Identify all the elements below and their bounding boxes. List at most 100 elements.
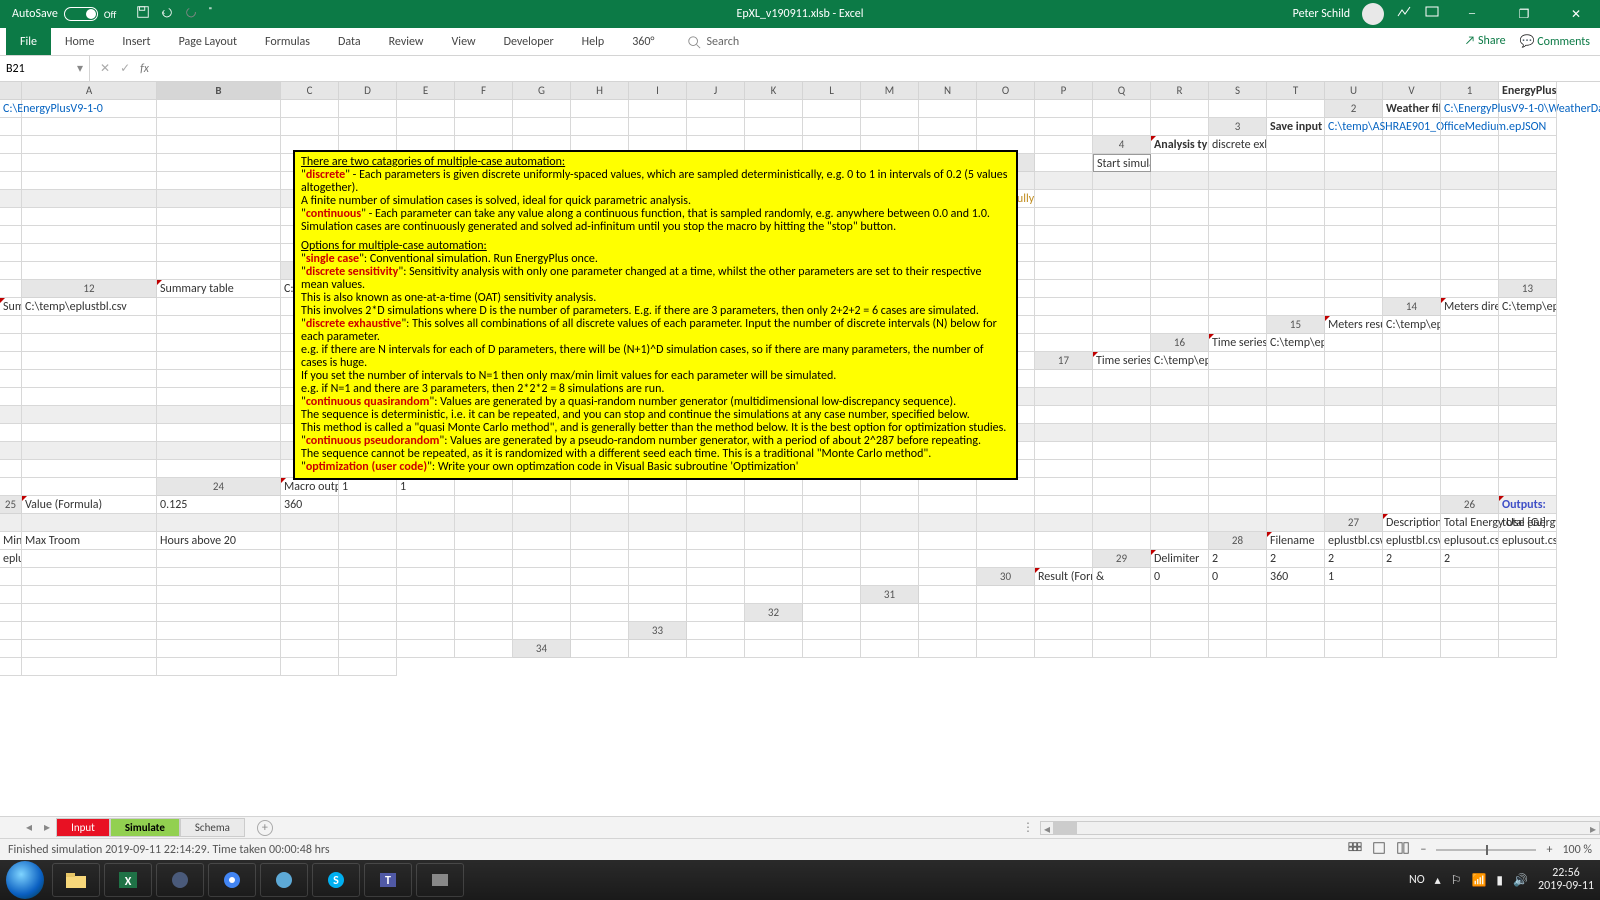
- cell[interactable]: C:\temp\eplusout.csv: [1151, 352, 1209, 370]
- cell[interactable]: [1209, 424, 1267, 442]
- cell[interactable]: [1209, 586, 1267, 604]
- cell[interactable]: [1441, 352, 1499, 370]
- share-button[interactable]: ↗ Share: [1465, 34, 1506, 49]
- cell[interactable]: C:\EnergyPlusV9-1-0\WeatherData\USA_CO_G…: [1441, 100, 1499, 118]
- add-sheet-button[interactable]: +: [257, 820, 273, 836]
- cell[interactable]: [1499, 244, 1557, 262]
- cell[interactable]: [22, 658, 157, 676]
- cell[interactable]: [745, 550, 803, 568]
- cell[interactable]: [0, 406, 22, 424]
- column-header[interactable]: I: [629, 82, 687, 100]
- cell[interactable]: [1093, 226, 1151, 244]
- cell[interactable]: [745, 586, 803, 604]
- comments-button[interactable]: 💬 Comments: [1520, 34, 1590, 49]
- cell[interactable]: [1209, 406, 1267, 424]
- cell[interactable]: [513, 532, 571, 550]
- cell[interactable]: [745, 568, 803, 586]
- cell[interactable]: eplusout.csv: [0, 550, 22, 568]
- cell[interactable]: [1499, 262, 1557, 280]
- cell[interactable]: Weather file path: [1383, 100, 1441, 118]
- cell[interactable]: [1267, 226, 1325, 244]
- cell[interactable]: [339, 640, 397, 658]
- cell[interactable]: [1325, 406, 1383, 424]
- cell[interactable]: [281, 100, 339, 118]
- cell[interactable]: [1441, 388, 1499, 406]
- cell[interactable]: [0, 334, 22, 352]
- cell[interactable]: [1383, 622, 1441, 640]
- cell[interactable]: [0, 226, 22, 244]
- cell[interactable]: [1267, 352, 1325, 370]
- cell[interactable]: [977, 604, 1035, 622]
- cell[interactable]: [687, 640, 745, 658]
- cell[interactable]: [157, 226, 281, 244]
- cell[interactable]: [1383, 190, 1441, 208]
- cell[interactable]: [1035, 208, 1093, 226]
- cell[interactable]: [1035, 640, 1093, 658]
- minimize-button[interactable]: ─: [1452, 0, 1492, 28]
- cell[interactable]: [1035, 262, 1093, 280]
- cell[interactable]: [397, 604, 455, 622]
- qat-more-icon[interactable]: ⁼: [208, 5, 212, 23]
- tab-nav-next[interactable]: ▸: [38, 820, 56, 835]
- cell[interactable]: [397, 496, 455, 514]
- user-name[interactable]: Peter Schild: [1293, 7, 1350, 21]
- cell[interactable]: [1499, 622, 1557, 640]
- cell[interactable]: [513, 496, 571, 514]
- tray-flag-icon[interactable]: ⚐: [1451, 873, 1462, 888]
- cell[interactable]: [1325, 262, 1383, 280]
- cell[interactable]: [157, 604, 281, 622]
- horizontal-scrollbar[interactable]: ◂▸: [1040, 821, 1600, 835]
- cell[interactable]: [339, 100, 397, 118]
- cell[interactable]: [1499, 208, 1557, 226]
- tab-page-layout[interactable]: Page Layout: [165, 28, 251, 55]
- cell[interactable]: [1441, 244, 1499, 262]
- cell[interactable]: [1325, 442, 1383, 460]
- cell[interactable]: [1441, 190, 1499, 208]
- cell[interactable]: [1209, 280, 1267, 298]
- cell[interactable]: Analysis type: [1151, 136, 1209, 154]
- cell[interactable]: [1093, 460, 1151, 478]
- cell[interactable]: [339, 586, 397, 604]
- zoom-in-button[interactable]: +: [1546, 843, 1552, 857]
- cell[interactable]: [281, 622, 339, 640]
- cell[interactable]: [0, 136, 22, 154]
- cell[interactable]: [629, 496, 687, 514]
- cell[interactable]: [0, 478, 22, 496]
- cell[interactable]: [1267, 190, 1325, 208]
- taskbar-app-1[interactable]: [156, 863, 204, 897]
- cell[interactable]: [339, 496, 397, 514]
- ribbon-mode-icon[interactable]: [1424, 4, 1440, 24]
- cell[interactable]: [861, 640, 919, 658]
- row-header[interactable]: 31: [861, 586, 919, 604]
- cell[interactable]: 0: [1151, 568, 1209, 586]
- cell[interactable]: [919, 586, 977, 604]
- cell[interactable]: [1035, 460, 1093, 478]
- cell[interactable]: [1093, 118, 1151, 136]
- tray-clock[interactable]: 22:562019-09-11: [1538, 867, 1594, 893]
- cell[interactable]: [1267, 154, 1325, 172]
- cell[interactable]: [1035, 280, 1093, 298]
- cell[interactable]: [455, 640, 513, 658]
- cell[interactable]: [339, 532, 397, 550]
- cell[interactable]: [1267, 442, 1325, 460]
- cell[interactable]: [1267, 388, 1325, 406]
- zoom-level[interactable]: 100 %: [1562, 843, 1592, 857]
- cell[interactable]: [157, 424, 281, 442]
- row-header[interactable]: 2: [1325, 100, 1383, 118]
- cell[interactable]: Hours above 20: [157, 532, 281, 550]
- cell[interactable]: [1267, 640, 1325, 658]
- cell[interactable]: [281, 532, 339, 550]
- cell[interactable]: [1383, 496, 1441, 514]
- cell[interactable]: [919, 550, 977, 568]
- cell[interactable]: [1383, 460, 1441, 478]
- cell[interactable]: [1035, 478, 1093, 496]
- cell[interactable]: [1209, 100, 1267, 118]
- taskbar-explorer[interactable]: [52, 863, 100, 897]
- fx-icon[interactable]: fx: [140, 62, 149, 76]
- cell[interactable]: 0.125: [157, 496, 281, 514]
- cell[interactable]: 360: [1267, 568, 1325, 586]
- cell[interactable]: [1151, 262, 1209, 280]
- column-header[interactable]: N: [919, 82, 977, 100]
- cell[interactable]: [1383, 280, 1441, 298]
- column-header[interactable]: G: [513, 82, 571, 100]
